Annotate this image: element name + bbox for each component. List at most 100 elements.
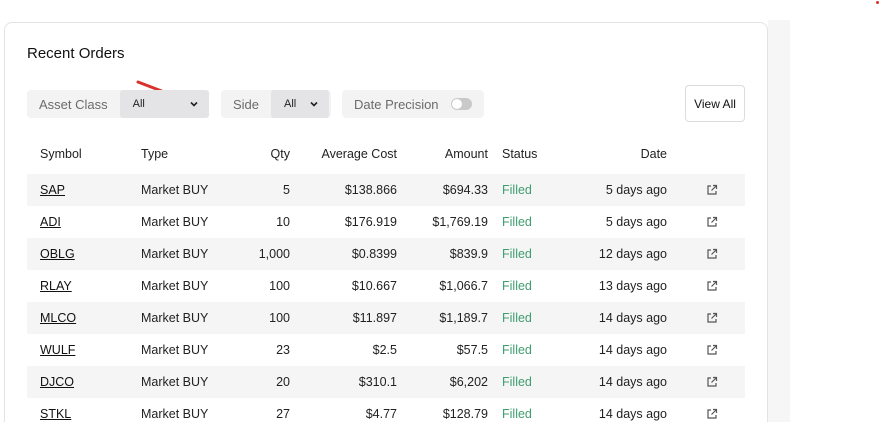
order-status: Filled: [502, 215, 532, 229]
order-type: Market BUY: [141, 247, 209, 261]
symbol-link[interactable]: RLAY: [40, 279, 72, 293]
order-average-cost: $310.1: [358, 375, 397, 389]
side-select[interactable]: All: [271, 90, 330, 118]
open-order-button[interactable]: [704, 174, 720, 206]
order-type: Market BUY: [141, 375, 209, 389]
order-amount: $694.33: [442, 183, 488, 197]
view-all-button[interactable]: View All: [685, 85, 745, 122]
order-status: Filled: [502, 247, 532, 261]
order-average-cost: $176.919: [344, 215, 397, 229]
header-symbol: Symbol: [40, 147, 82, 161]
external-link-icon: [707, 408, 718, 419]
order-amount: $128.79: [442, 407, 488, 421]
order-type: Market BUY: [141, 343, 209, 357]
external-link-icon: [707, 312, 718, 323]
symbol-link[interactable]: WULF: [40, 343, 75, 357]
table-header: Symbol Type Qty Average Cost Amount Stat…: [27, 141, 745, 167]
order-status: Filled: [502, 279, 532, 293]
external-link-icon: [707, 280, 718, 291]
open-order-button[interactable]: [704, 366, 720, 398]
order-date: 14 days ago: [598, 343, 667, 357]
order-average-cost: $11.897: [352, 311, 397, 325]
header-date: Date: [640, 147, 667, 161]
toggle-knob: [451, 99, 462, 109]
order-qty: 5: [283, 183, 290, 197]
chevron-down-icon: [190, 101, 198, 107]
open-order-button[interactable]: [704, 398, 720, 422]
order-status: Filled: [502, 375, 532, 389]
order-amount: $1,066.7: [439, 279, 488, 293]
external-link-icon: [707, 216, 718, 227]
external-link-icon: [707, 344, 718, 355]
symbol-link[interactable]: OBLG: [40, 247, 75, 261]
date-precision-label: Date Precision: [354, 96, 439, 112]
order-average-cost: $0.8399: [351, 247, 397, 261]
order-status: Filled: [502, 407, 532, 421]
order-type: Market BUY: [141, 311, 209, 325]
header-average-cost: Average Cost: [321, 147, 397, 161]
order-qty: 1,000: [258, 247, 290, 261]
header-type: Type: [141, 147, 169, 161]
table-row: STKL Market BUY 27 $4.77 $128.79 Filled …: [27, 398, 745, 422]
order-qty: 100: [269, 279, 290, 293]
order-status: Filled: [502, 183, 532, 197]
asset-class-label: Asset Class: [39, 96, 108, 112]
table-row: OBLG Market BUY 1,000 $0.8399 $839.9 Fil…: [27, 238, 745, 270]
side-filter: Side All: [221, 90, 331, 118]
order-qty: 27: [276, 407, 290, 421]
order-type: Market BUY: [141, 407, 209, 421]
header-status: Status: [502, 147, 538, 161]
order-type: Market BUY: [141, 183, 209, 197]
order-average-cost: $10.667: [351, 279, 397, 293]
external-link-icon: [707, 376, 718, 387]
external-link-icon: [707, 248, 718, 259]
open-order-button[interactable]: [704, 270, 720, 302]
asset-class-value: All: [132, 98, 145, 110]
order-amount: $6,202: [449, 375, 488, 389]
order-qty: 23: [276, 343, 290, 357]
annotation-dot: [876, 1, 879, 4]
symbol-link[interactable]: MLCO: [40, 311, 76, 325]
order-average-cost: $4.77: [365, 407, 397, 421]
order-date: 12 days ago: [598, 247, 667, 261]
table-row: ADI Market BUY 10 $176.919 $1,769.19 Fil…: [27, 206, 745, 238]
order-amount: $57.5: [456, 343, 488, 357]
symbol-link[interactable]: SAP: [40, 183, 65, 197]
order-status: Filled: [502, 343, 532, 357]
order-average-cost: $2.5: [372, 343, 397, 357]
recent-orders-card: Recent Orders Asset Class All Side All D…: [4, 22, 768, 422]
order-type: Market BUY: [141, 279, 209, 293]
order-amount: $839.9: [449, 247, 488, 261]
side-label: Side: [233, 96, 260, 112]
table-row: DJCO Market BUY 20 $310.1 $6,202 Filled …: [27, 366, 745, 398]
open-order-button[interactable]: [704, 334, 720, 366]
order-date: 13 days ago: [598, 279, 667, 293]
order-date: 5 days ago: [605, 215, 667, 229]
date-precision-toggle[interactable]: [450, 98, 472, 110]
open-order-button[interactable]: [704, 206, 720, 238]
order-average-cost: $138.866: [344, 183, 397, 197]
order-qty: 100: [269, 311, 290, 325]
order-type: Market BUY: [141, 215, 209, 229]
symbol-link[interactable]: ADI: [40, 215, 61, 229]
right-panel-edge: [768, 20, 790, 422]
order-date: 14 days ago: [598, 311, 667, 325]
external-link-icon: [707, 184, 718, 195]
card-title: Recent Orders: [27, 45, 125, 62]
order-amount: $1,189.7: [439, 311, 488, 325]
page: Recent Orders Asset Class All Side All D…: [0, 0, 881, 422]
table-row: SAP Market BUY 5 $138.866 $694.33 Filled…: [27, 174, 745, 206]
open-order-button[interactable]: [704, 302, 720, 334]
asset-class-select[interactable]: All: [119, 90, 209, 118]
header-amount: Amount: [444, 147, 488, 161]
order-qty: 20: [276, 375, 290, 389]
order-date: 14 days ago: [598, 375, 667, 389]
table-row: WULF Market BUY 23 $2.5 $57.5 Filled 14 …: [27, 334, 745, 366]
order-date: 14 days ago: [598, 407, 667, 421]
symbol-link[interactable]: STKL: [40, 407, 71, 421]
side-value: All: [284, 98, 297, 110]
symbol-link[interactable]: DJCO: [40, 375, 74, 389]
open-order-button[interactable]: [704, 238, 720, 270]
order-status: Filled: [502, 311, 532, 325]
order-amount: $1,769.19: [432, 215, 488, 229]
